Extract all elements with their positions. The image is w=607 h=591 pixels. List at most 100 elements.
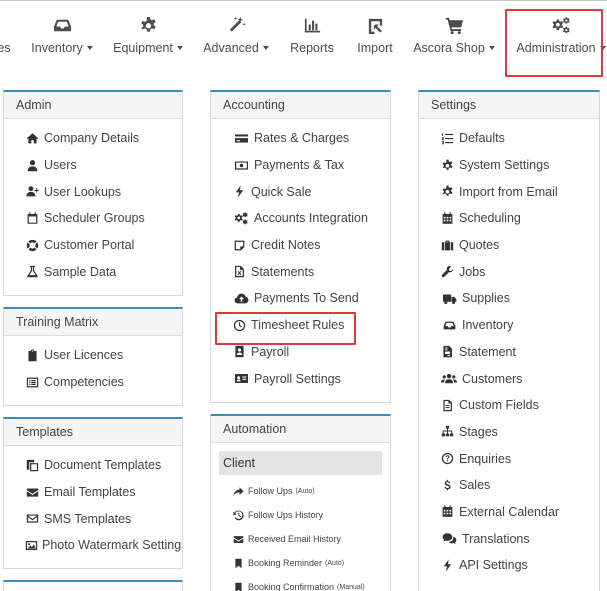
home-icon bbox=[25, 131, 40, 146]
settings-item-translations[interactable]: Translations bbox=[419, 525, 599, 552]
bar-chart-icon bbox=[292, 14, 332, 36]
nav-item-equipment[interactable]: Equipment bbox=[113, 14, 183, 64]
settings-item-system-settings[interactable]: System Settings bbox=[419, 152, 599, 179]
nav-item-es[interactable]: es bbox=[0, 14, 14, 64]
settings-item-scheduling[interactable]: Scheduling bbox=[419, 205, 599, 232]
admin-item-user-lookups[interactable]: User Lookups bbox=[4, 178, 182, 205]
bolt-icon bbox=[440, 558, 455, 573]
templates-item-document-templates[interactable]: Document Templates bbox=[4, 452, 182, 479]
panel-title: Automation bbox=[211, 416, 390, 443]
nav-item-reports[interactable]: Reports bbox=[289, 14, 335, 64]
automation-item-booking-reminder[interactable]: Booking Reminder (Auto) bbox=[211, 551, 390, 575]
accounting-item-rates-charges[interactable]: Rates & Charges bbox=[211, 125, 390, 152]
client-group-header: Client bbox=[219, 451, 382, 475]
templates-item-photo-watermark-settings[interactable]: Photo Watermark Settings bbox=[4, 532, 182, 559]
settings-item-jobs[interactable]: Jobs bbox=[419, 258, 599, 285]
sticky-note-icon bbox=[232, 238, 247, 253]
automation-item-follow-ups[interactable]: Follow Ups (Auto) bbox=[211, 479, 390, 503]
settings-item-customers[interactable]: Customers bbox=[419, 365, 599, 392]
id-badge-icon bbox=[232, 344, 247, 359]
comments-icon bbox=[440, 531, 458, 546]
settings-item-custom-fields[interactable]: Custom Fields bbox=[419, 392, 599, 419]
panel-title: Templates bbox=[4, 419, 182, 446]
gear-icon bbox=[440, 184, 455, 199]
nav-label: Ascora Shop bbox=[413, 41, 485, 55]
nav-label: Equipment bbox=[113, 41, 173, 55]
cloud-upload-icon bbox=[232, 291, 250, 306]
accounting-item-credit-notes[interactable]: Credit Notes bbox=[211, 232, 390, 259]
settings-item-statement[interactable]: Statement bbox=[419, 339, 599, 366]
settings-item-enquiries[interactable]: Enquiries bbox=[419, 445, 599, 472]
nav-label: Inventory bbox=[31, 41, 83, 55]
training-matrix-panel: Training Matrix User Licences Competenci… bbox=[3, 307, 183, 406]
accounting-item-accounts-integration[interactable]: Accounts Integration bbox=[211, 205, 390, 232]
chevron-down-icon bbox=[488, 45, 495, 50]
chevron-down-icon bbox=[86, 45, 93, 50]
automation-item-received-email-history[interactable]: Received Email History bbox=[211, 527, 390, 551]
truck-icon bbox=[440, 291, 458, 306]
id-card-icon bbox=[232, 371, 250, 386]
nav-label: Import bbox=[357, 41, 393, 55]
list-ol-icon bbox=[440, 131, 455, 146]
calendar-icon bbox=[440, 211, 455, 226]
nav-item-inventory[interactable]: Inventory bbox=[31, 14, 93, 64]
inbox-icon bbox=[440, 318, 458, 333]
training-item-competencies[interactable]: Competencies bbox=[4, 369, 182, 396]
nav-item-advanced[interactable]: Advanced bbox=[203, 14, 269, 64]
templates-item-email-templates[interactable]: Email Templates bbox=[4, 479, 182, 506]
chevron-down-icon bbox=[262, 45, 269, 50]
templates-item-sms-templates[interactable]: SMS Templates bbox=[4, 505, 182, 532]
settings-item-defaults[interactable]: Defaults bbox=[419, 125, 599, 152]
admin-item-sample-data[interactable]: Sample Data bbox=[4, 258, 182, 285]
users-icon bbox=[440, 371, 458, 386]
gear-icon bbox=[440, 158, 455, 173]
panel-title: Admin bbox=[4, 92, 182, 119]
administration-highlight-box bbox=[505, 9, 603, 77]
copy-icon bbox=[25, 458, 40, 473]
nav-label: es bbox=[0, 41, 11, 55]
nav-item-ascora-shop[interactable]: Ascora Shop bbox=[413, 14, 495, 64]
settings-item-sales[interactable]: Sales bbox=[419, 472, 599, 499]
settings-item-import-from-email[interactable]: Import from Email bbox=[419, 178, 599, 205]
accounting-item-payroll-settings[interactable]: Payroll Settings bbox=[211, 365, 390, 392]
admin-panel: Admin Company Details Users User Lookups… bbox=[3, 90, 183, 296]
accounting-item-payments-tax[interactable]: Payments & Tax bbox=[211, 152, 390, 179]
settings-item-quotes[interactable]: Quotes bbox=[419, 232, 599, 259]
gears-icon bbox=[232, 211, 250, 226]
automation-item-booking-confirmation[interactable]: Booking Confirmation (Manual) bbox=[211, 575, 390, 591]
question-circle-icon bbox=[440, 451, 455, 466]
cart-icon bbox=[434, 14, 474, 36]
credit-card-icon bbox=[232, 131, 250, 146]
settings-item-external-calendar[interactable]: External Calendar bbox=[419, 499, 599, 526]
settings-item-stages[interactable]: Stages bbox=[419, 419, 599, 446]
envelope-outline-icon bbox=[25, 511, 40, 526]
training-item-user-licences[interactable]: User Licences bbox=[4, 342, 182, 369]
sitemap-icon bbox=[440, 424, 455, 439]
settings-item-inventory[interactable]: Inventory bbox=[419, 312, 599, 339]
settings-item-api-settings[interactable]: API Settings bbox=[419, 552, 599, 579]
timesheet-rules-highlight-box bbox=[215, 312, 356, 345]
list-alt-icon bbox=[25, 375, 40, 390]
admin-item-users[interactable]: Users bbox=[4, 152, 182, 179]
admin-item-scheduler-groups[interactable]: Scheduler Groups bbox=[4, 205, 182, 232]
calendar-edit-icon bbox=[25, 211, 40, 226]
panel-title: Accounting bbox=[211, 92, 390, 119]
file-text-icon bbox=[440, 398, 455, 413]
accounting-item-payments-to-send[interactable]: Payments To Send bbox=[211, 285, 390, 312]
inbox-icon bbox=[42, 14, 82, 36]
accounting-item-quick-sale[interactable]: Quick Sale bbox=[211, 178, 390, 205]
nav-item-import[interactable]: Import bbox=[354, 14, 396, 64]
envelope-icon bbox=[25, 485, 40, 500]
accounting-item-statements[interactable]: Statements bbox=[211, 258, 390, 285]
settings-item-supplies[interactable]: Supplies bbox=[419, 285, 599, 312]
bolt-icon bbox=[232, 184, 247, 199]
accounting-panel: Accounting Rates & Charges Payments & Ta… bbox=[210, 90, 391, 403]
calendar-icon bbox=[440, 504, 455, 519]
admin-item-company-details[interactable]: Company Details bbox=[4, 125, 182, 152]
wrench-icon bbox=[440, 264, 455, 279]
automation-item-follow-ups-history[interactable]: Follow Ups History bbox=[211, 503, 390, 527]
templates-panel: Templates Document Templates Email Templ… bbox=[3, 417, 183, 569]
bookmark-icon bbox=[232, 557, 245, 570]
bookmark-icon bbox=[232, 581, 245, 591]
admin-item-customer-portal[interactable]: Customer Portal bbox=[4, 232, 182, 259]
